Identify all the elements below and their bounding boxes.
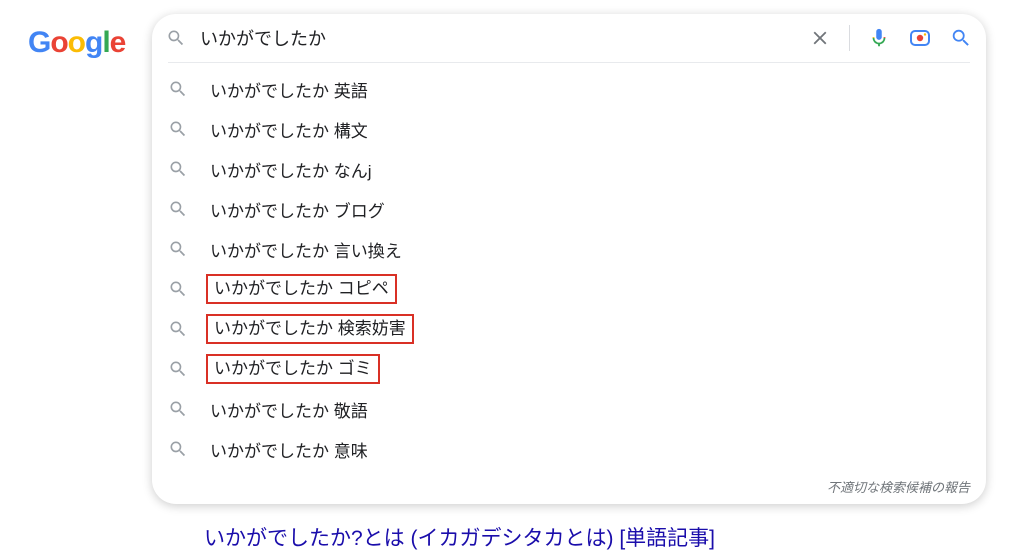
logo-letter: l [102, 26, 109, 60]
suggestion-text: いかがでしたか 構文 [206, 117, 372, 142]
logo-letter: g [85, 26, 102, 60]
search-icon [168, 279, 188, 299]
suggestion-text: いかがでしたか コピペ [206, 274, 397, 304]
search-result-title[interactable]: いかがでしたか?とは (イカガデシタカとは) [単語記事] [204, 522, 715, 552]
logo-letter: o [50, 26, 67, 60]
search-input[interactable] [200, 28, 799, 49]
search-dropdown-container: いかがでしたか 英語いかがでしたか 構文いかがでしたか なんj いかがでしたか ブ… [152, 14, 986, 504]
search-icon [168, 319, 188, 339]
search-icon [168, 79, 188, 99]
suggestion-item[interactable]: いかがでしたか なんj [152, 149, 986, 189]
suggestion-item[interactable]: いかがでしたか ブログ [152, 189, 986, 229]
logo-letter: G [28, 26, 50, 60]
suggestion-text: いかがでしたか ゴミ [206, 354, 380, 384]
vertical-divider [849, 25, 850, 51]
suggestion-item[interactable]: いかがでしたか ゴミ [152, 349, 986, 389]
suggestion-text: いかがでしたか 意味 [206, 437, 372, 462]
search-bar [152, 14, 986, 62]
search-icon [168, 359, 188, 379]
search-icon [168, 239, 188, 259]
search-submit-icon[interactable] [950, 27, 972, 49]
mic-icon[interactable] [868, 27, 890, 49]
google-logo[interactable]: Google [28, 26, 125, 60]
suggestion-item[interactable]: いかがでしたか 言い換え [152, 229, 986, 269]
logo-letter: e [110, 26, 126, 60]
search-icon [168, 439, 188, 459]
search-icon [168, 399, 188, 419]
clear-icon[interactable] [809, 27, 831, 49]
suggestion-item[interactable]: いかがでしたか 構文 [152, 109, 986, 149]
camera-icon[interactable] [908, 26, 932, 50]
search-icon [168, 119, 188, 139]
search-icon [166, 28, 186, 48]
suggestion-text: いかがでしたか なんj [206, 157, 376, 182]
suggestions-list: いかがでしたか 英語いかがでしたか 構文いかがでしたか なんj いかがでしたか ブ… [152, 63, 986, 473]
suggestion-text: いかがでしたか 英語 [206, 77, 372, 102]
search-icon [168, 159, 188, 179]
suggestion-text: いかがでしたか ブログ [206, 197, 389, 222]
suggestion-item[interactable]: いかがでしたか 敬語 [152, 389, 986, 429]
logo-letter: o [68, 26, 85, 60]
suggestion-text: いかがでしたか 敬語 [206, 397, 372, 422]
suggestion-item[interactable]: いかがでしたか 意味 [152, 429, 986, 469]
search-icon [168, 199, 188, 219]
suggestion-item[interactable]: いかがでしたか 検索妨害 [152, 309, 986, 349]
suggestion-item[interactable]: いかがでしたか 英語 [152, 69, 986, 109]
report-suggestions-link[interactable]: 不適切な検索候補の報告 [152, 473, 986, 504]
suggestion-item[interactable]: いかがでしたか コピペ [152, 269, 986, 309]
suggestion-text: いかがでしたか 言い換え [206, 237, 406, 262]
suggestion-text: いかがでしたか 検索妨害 [206, 314, 414, 344]
